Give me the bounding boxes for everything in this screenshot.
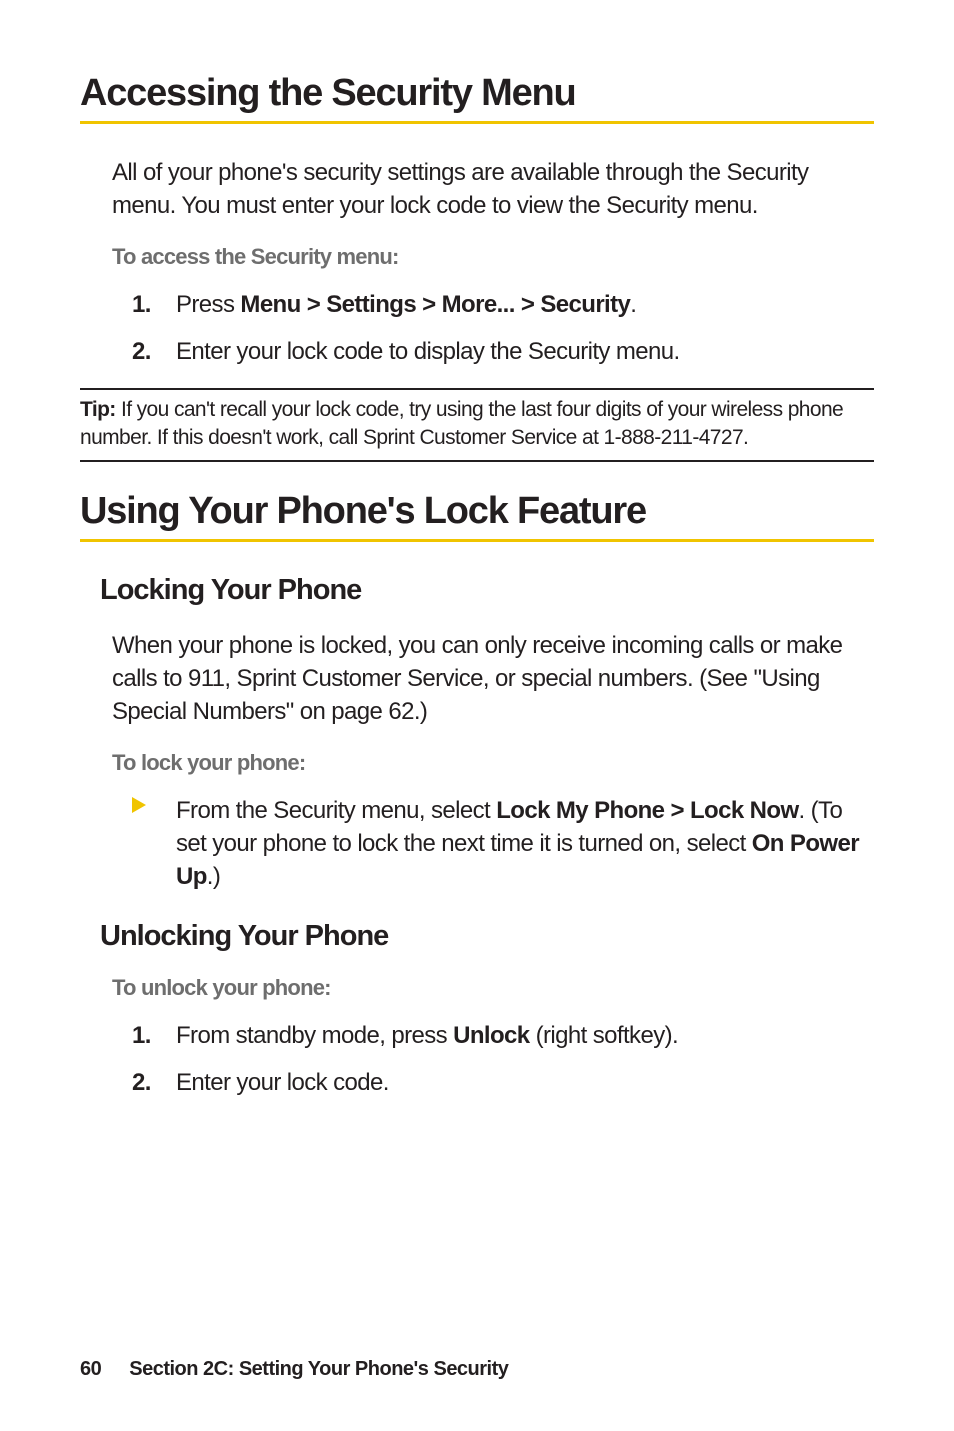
unlock-steps-list: 1. From standby mode, press Unlock (righ… <box>132 1019 864 1099</box>
unlock-step-1: 1. From standby mode, press Unlock (righ… <box>132 1019 864 1052</box>
list-marker-2: 2. <box>132 335 176 368</box>
tip-text: If you can't recall your lock code, try … <box>80 398 843 449</box>
unlock-step-2: 2. Enter your lock code. <box>132 1066 864 1099</box>
lock-phone-bullet: From the Security menu, select Lock My P… <box>132 794 864 893</box>
subheading-locking-your-phone: Locking Your Phone <box>100 574 874 607</box>
section-label: Section 2C: Setting Your Phone's Securit… <box>129 1358 508 1380</box>
page-number: 60 <box>80 1358 101 1380</box>
unlock-step-1-text: From standby mode, press Unlock (right s… <box>176 1019 678 1052</box>
list-marker-1: 1. <box>132 1019 176 1052</box>
tip-box: Tip: If you can't recall your lock code,… <box>80 388 874 461</box>
lock-phone-bullet-text: From the Security menu, select Lock My P… <box>176 794 864 893</box>
unlock-phone-label: To unlock your phone: <box>112 975 874 1001</box>
page-footer: 60 Section 2C: Setting Your Phone's Secur… <box>80 1358 508 1381</box>
heading-using-lock-feature: Using Your Phone's Lock Feature <box>80 490 874 542</box>
access-step-1-text: Press Menu > Settings > More... > Securi… <box>176 288 636 321</box>
heading-accessing-security-menu: Accessing the Security Menu <box>80 72 874 124</box>
access-step-1: 1. Press Menu > Settings > More... > Sec… <box>132 288 864 321</box>
list-marker-2: 2. <box>132 1066 176 1099</box>
access-step-2: 2. Enter your lock code to display the S… <box>132 335 864 368</box>
lock-phone-label: To lock your phone: <box>112 750 874 776</box>
access-steps-list: 1. Press Menu > Settings > More... > Sec… <box>132 288 864 368</box>
tip-label: Tip: <box>80 398 121 421</box>
intro-paragraph: All of your phone's security settings ar… <box>112 156 864 222</box>
locking-paragraph: When your phone is locked, you can only … <box>112 629 864 728</box>
subheading-unlocking-your-phone: Unlocking Your Phone <box>100 920 874 953</box>
access-security-menu-label: To access the Security menu: <box>112 244 874 270</box>
triangle-bullet-icon <box>132 794 176 893</box>
unlock-step-2-text: Enter your lock code. <box>176 1066 389 1099</box>
list-marker-1: 1. <box>132 288 176 321</box>
access-step-2-text: Enter your lock code to display the Secu… <box>176 335 680 368</box>
